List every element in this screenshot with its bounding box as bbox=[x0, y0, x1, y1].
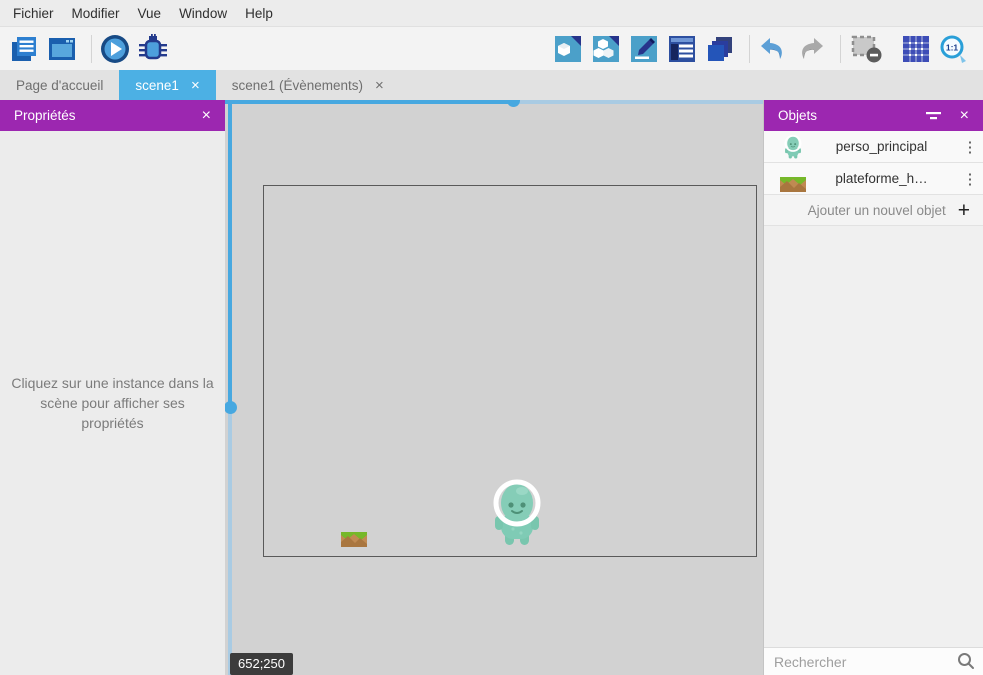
start-page-icon bbox=[47, 34, 77, 64]
project-manager-icon bbox=[9, 34, 39, 64]
toolbar-right-group: 1:1 bbox=[552, 33, 970, 65]
objects-panel-empty-space bbox=[764, 226, 983, 647]
vertical-scrollbar-handle[interactable] bbox=[224, 401, 237, 414]
objects-panel-title: Objets bbox=[778, 108, 817, 123]
grid-button[interactable] bbox=[900, 33, 932, 65]
object-search-input[interactable] bbox=[764, 654, 944, 670]
main-area: 652;250 Propriétés × Cliquez sur une ins… bbox=[0, 100, 983, 675]
platform-thumbnail-icon bbox=[780, 166, 806, 192]
object-name: perso_principal bbox=[806, 139, 957, 154]
object-groups-icon bbox=[592, 35, 620, 63]
properties-panel-header: Propriétés × bbox=[0, 100, 225, 131]
tab-home[interactable]: Page d'accueil bbox=[0, 70, 119, 100]
search-icon[interactable] bbox=[957, 652, 975, 675]
add-object-button[interactable]: Ajouter un nouvel objet + bbox=[764, 195, 983, 226]
debug-bug-icon bbox=[137, 33, 169, 65]
menu-bar: Fichier Modifier Vue Window Help bbox=[0, 0, 983, 27]
tab-close-icon[interactable]: × bbox=[375, 78, 384, 93]
tab-label: scene1 (Évènements) bbox=[232, 78, 363, 93]
properties-panel-button[interactable] bbox=[628, 33, 660, 65]
properties-panel-title: Propriétés bbox=[14, 108, 76, 123]
object-groups-button[interactable] bbox=[590, 33, 622, 65]
toolbar: 1:1 bbox=[0, 27, 983, 70]
toolbar-separator bbox=[840, 35, 841, 63]
zoom-reset-label: 1:1 bbox=[946, 42, 959, 52]
menu-item-help[interactable]: Help bbox=[236, 3, 282, 24]
character-instance[interactable] bbox=[491, 477, 543, 549]
close-icon[interactable]: × bbox=[960, 108, 969, 124]
properties-panel-body: Cliquez sur une instance dans la scène p… bbox=[0, 131, 225, 675]
toolbar-separator bbox=[749, 35, 750, 63]
menu-item-window[interactable]: Window bbox=[170, 3, 236, 24]
play-icon bbox=[99, 33, 131, 65]
horizontal-scrollbar[interactable] bbox=[225, 100, 763, 104]
menu-item-modifier[interactable]: Modifier bbox=[63, 3, 129, 24]
object-row-plateforme[interactable]: plateforme_h… ⋮ bbox=[764, 163, 983, 195]
instances-list-icon bbox=[668, 35, 696, 63]
start-page-button[interactable] bbox=[46, 33, 78, 65]
menu-item-fichier[interactable]: Fichier bbox=[4, 3, 63, 24]
undo-icon bbox=[758, 34, 788, 64]
objects-editor-icon bbox=[554, 35, 582, 63]
grid-icon bbox=[901, 34, 931, 64]
object-search bbox=[764, 647, 983, 675]
platform-instance[interactable] bbox=[341, 521, 367, 547]
undo-button[interactable] bbox=[757, 33, 789, 65]
scene-canvas[interactable]: 652;250 bbox=[225, 100, 763, 675]
layers-button[interactable] bbox=[704, 33, 736, 65]
object-menu-dots-icon[interactable]: ⋮ bbox=[957, 170, 983, 188]
objects-panel-button[interactable] bbox=[552, 33, 584, 65]
plus-icon: + bbox=[958, 200, 970, 221]
object-menu-dots-icon[interactable]: ⋮ bbox=[957, 138, 983, 156]
tab-label: scene1 bbox=[135, 78, 179, 93]
preview-button[interactable] bbox=[99, 33, 131, 65]
properties-pencil-icon bbox=[630, 35, 658, 63]
add-object-label: Ajouter un nouvel objet bbox=[808, 203, 946, 218]
tab-scene1-events[interactable]: scene1 (Évènements) × bbox=[216, 70, 400, 100]
gdevelop-window: Fichier Modifier Vue Window Help bbox=[0, 0, 983, 675]
tab-scene1[interactable]: scene1 × bbox=[119, 70, 215, 100]
object-row-perso-principal[interactable]: perso_principal ⋮ bbox=[764, 131, 983, 163]
object-name: plateforme_h… bbox=[806, 171, 957, 186]
close-icon[interactable]: × bbox=[202, 108, 211, 124]
properties-panel: Propriétés × Cliquez sur une instance da… bbox=[0, 100, 225, 675]
horizontal-scrollbar-handle[interactable] bbox=[507, 100, 520, 107]
objects-panel-header: Objets × bbox=[764, 100, 983, 131]
properties-hint-text: Cliquez sur une instance dans la scène p… bbox=[10, 373, 215, 433]
deselect-icon bbox=[850, 34, 884, 64]
tab-label: Page d'accueil bbox=[16, 78, 103, 93]
vertical-scrollbar-thumb[interactable] bbox=[228, 100, 232, 408]
tab-close-icon[interactable]: × bbox=[191, 78, 200, 93]
project-manager-button[interactable] bbox=[8, 33, 40, 65]
objects-panel: Objets × bbox=[763, 100, 983, 675]
deselect-button[interactable] bbox=[848, 33, 886, 65]
debugger-button[interactable] bbox=[137, 33, 169, 65]
zoom-one-to-one-icon: 1:1 bbox=[939, 34, 969, 64]
tab-bar: Page d'accueil scene1 × scene1 (Évènemen… bbox=[0, 70, 983, 100]
cursor-coordinates: 652;250 bbox=[230, 653, 293, 675]
vertical-scrollbar[interactable] bbox=[228, 100, 232, 675]
filter-icon[interactable] bbox=[926, 110, 942, 122]
redo-button[interactable] bbox=[795, 33, 827, 65]
instances-list-button[interactable] bbox=[666, 33, 698, 65]
toolbar-separator bbox=[91, 35, 92, 63]
horizontal-scrollbar-thumb[interactable] bbox=[225, 100, 513, 104]
redo-icon bbox=[796, 34, 826, 64]
zoom-reset-button[interactable]: 1:1 bbox=[938, 33, 970, 65]
layers-icon bbox=[706, 35, 734, 63]
character-thumbnail-icon bbox=[780, 134, 806, 160]
menu-item-vue[interactable]: Vue bbox=[129, 3, 171, 24]
